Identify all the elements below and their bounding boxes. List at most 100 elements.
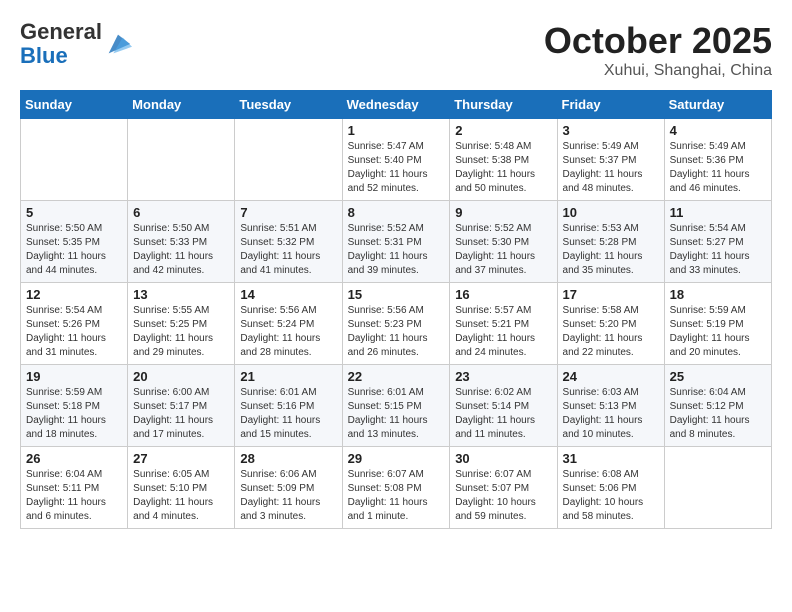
calendar-cell: 19 Sunrise: 5:59 AMSunset: 5:18 PMDayligh…	[21, 365, 128, 447]
day-number: 1	[348, 123, 445, 138]
day-info: Sunrise: 5:55 AMSunset: 5:25 PMDaylight:…	[133, 304, 229, 360]
day-info: Sunrise: 5:54 AMSunset: 5:27 PMDaylight:…	[670, 222, 766, 278]
day-number: 5	[26, 205, 122, 220]
day-number: 30	[455, 451, 551, 466]
day-info: Sunrise: 6:01 AMSunset: 5:16 PMDaylight:…	[240, 386, 336, 442]
day-info: Sunrise: 6:07 AMSunset: 5:08 PMDaylight:…	[348, 468, 445, 524]
calendar-week-row: 1 Sunrise: 5:47 AMSunset: 5:40 PMDaylight…	[21, 119, 772, 201]
logo: General Blue	[20, 20, 132, 68]
day-number: 18	[670, 287, 766, 302]
calendar-cell: 30 Sunrise: 6:07 AMSunset: 5:07 PMDayligh…	[450, 447, 557, 529]
day-number: 15	[348, 287, 445, 302]
day-number: 8	[348, 205, 445, 220]
day-number: 31	[563, 451, 659, 466]
weekday-header-friday: Friday	[557, 91, 664, 119]
calendar-cell: 27 Sunrise: 6:05 AMSunset: 5:10 PMDayligh…	[128, 447, 235, 529]
calendar-cell: 11 Sunrise: 5:54 AMSunset: 5:27 PMDayligh…	[664, 201, 771, 283]
day-info: Sunrise: 5:59 AMSunset: 5:19 PMDaylight:…	[670, 304, 766, 360]
calendar-cell: 18 Sunrise: 5:59 AMSunset: 5:19 PMDayligh…	[664, 283, 771, 365]
logo-general-text: General	[20, 19, 102, 44]
day-number: 13	[133, 287, 229, 302]
day-info: Sunrise: 6:06 AMSunset: 5:09 PMDaylight:…	[240, 468, 336, 524]
calendar-cell: 2 Sunrise: 5:48 AMSunset: 5:38 PMDaylight…	[450, 119, 557, 201]
day-number: 25	[670, 369, 766, 384]
calendar-week-row: 19 Sunrise: 5:59 AMSunset: 5:18 PMDayligh…	[21, 365, 772, 447]
day-number: 29	[348, 451, 445, 466]
day-info: Sunrise: 5:54 AMSunset: 5:26 PMDaylight:…	[26, 304, 122, 360]
day-info: Sunrise: 5:50 AMSunset: 5:35 PMDaylight:…	[26, 222, 122, 278]
day-info: Sunrise: 5:50 AMSunset: 5:33 PMDaylight:…	[133, 222, 229, 278]
day-info: Sunrise: 6:02 AMSunset: 5:14 PMDaylight:…	[455, 386, 551, 442]
day-info: Sunrise: 5:52 AMSunset: 5:31 PMDaylight:…	[348, 222, 445, 278]
calendar-cell	[235, 119, 342, 201]
day-number: 3	[563, 123, 659, 138]
day-number: 17	[563, 287, 659, 302]
day-info: Sunrise: 6:04 AMSunset: 5:12 PMDaylight:…	[670, 386, 766, 442]
calendar-cell: 8 Sunrise: 5:52 AMSunset: 5:31 PMDaylight…	[342, 201, 450, 283]
day-info: Sunrise: 5:51 AMSunset: 5:32 PMDaylight:…	[240, 222, 336, 278]
day-number: 7	[240, 205, 336, 220]
calendar-cell: 16 Sunrise: 5:57 AMSunset: 5:21 PMDayligh…	[450, 283, 557, 365]
location-subtitle: Xuhui, Shanghai, China	[544, 62, 772, 80]
day-info: Sunrise: 6:01 AMSunset: 5:15 PMDaylight:…	[348, 386, 445, 442]
day-number: 4	[670, 123, 766, 138]
day-info: Sunrise: 6:07 AMSunset: 5:07 PMDaylight:…	[455, 468, 551, 524]
calendar-cell: 3 Sunrise: 5:49 AMSunset: 5:37 PMDaylight…	[557, 119, 664, 201]
logo-icon	[104, 30, 132, 58]
day-number: 23	[455, 369, 551, 384]
calendar-cell	[128, 119, 235, 201]
day-info: Sunrise: 6:00 AMSunset: 5:17 PMDaylight:…	[133, 386, 229, 442]
calendar-cell: 10 Sunrise: 5:53 AMSunset: 5:28 PMDayligh…	[557, 201, 664, 283]
day-info: Sunrise: 5:59 AMSunset: 5:18 PMDaylight:…	[26, 386, 122, 442]
day-info: Sunrise: 5:53 AMSunset: 5:28 PMDaylight:…	[563, 222, 659, 278]
calendar-table: SundayMondayTuesdayWednesdayThursdayFrid…	[20, 90, 772, 529]
calendar-cell: 26 Sunrise: 6:04 AMSunset: 5:11 PMDayligh…	[21, 447, 128, 529]
day-info: Sunrise: 6:05 AMSunset: 5:10 PMDaylight:…	[133, 468, 229, 524]
day-info: Sunrise: 5:56 AMSunset: 5:24 PMDaylight:…	[240, 304, 336, 360]
calendar-week-row: 26 Sunrise: 6:04 AMSunset: 5:11 PMDayligh…	[21, 447, 772, 529]
weekday-header-wednesday: Wednesday	[342, 91, 450, 119]
day-info: Sunrise: 6:03 AMSunset: 5:13 PMDaylight:…	[563, 386, 659, 442]
calendar-cell: 21 Sunrise: 6:01 AMSunset: 5:16 PMDayligh…	[235, 365, 342, 447]
day-info: Sunrise: 6:04 AMSunset: 5:11 PMDaylight:…	[26, 468, 122, 524]
calendar-cell: 13 Sunrise: 5:55 AMSunset: 5:25 PMDayligh…	[128, 283, 235, 365]
day-info: Sunrise: 5:57 AMSunset: 5:21 PMDaylight:…	[455, 304, 551, 360]
calendar-cell: 17Sunrise: 5:58 AMSunset: 5:20 PMDayligh…	[557, 283, 664, 365]
day-number: 11	[670, 205, 766, 220]
day-number: 12	[26, 287, 122, 302]
calendar-week-row: 5 Sunrise: 5:50 AMSunset: 5:35 PMDaylight…	[21, 201, 772, 283]
day-number: 21	[240, 369, 336, 384]
day-info: Sunrise: 5:52 AMSunset: 5:30 PMDaylight:…	[455, 222, 551, 278]
day-number: 20	[133, 369, 229, 384]
day-number: 26	[26, 451, 122, 466]
day-number: 19	[26, 369, 122, 384]
calendar-week-row: 12 Sunrise: 5:54 AMSunset: 5:26 PMDayligh…	[21, 283, 772, 365]
day-number: 16	[455, 287, 551, 302]
calendar-cell: 14 Sunrise: 5:56 AMSunset: 5:24 PMDayligh…	[235, 283, 342, 365]
day-number: 27	[133, 451, 229, 466]
calendar-cell: 5 Sunrise: 5:50 AMSunset: 5:35 PMDaylight…	[21, 201, 128, 283]
calendar-cell: 20 Sunrise: 6:00 AMSunset: 5:17 PMDayligh…	[128, 365, 235, 447]
day-info: Sunrise: 5:49 AMSunset: 5:37 PMDaylight:…	[563, 140, 659, 196]
day-number: 10	[563, 205, 659, 220]
day-info: Sunrise: 5:47 AMSunset: 5:40 PMDaylight:…	[348, 140, 445, 196]
calendar-cell: 31Sunrise: 6:08 AMSunset: 5:06 PMDayligh…	[557, 447, 664, 529]
calendar-cell: 28 Sunrise: 6:06 AMSunset: 5:09 PMDayligh…	[235, 447, 342, 529]
day-number: 22	[348, 369, 445, 384]
calendar-cell: 22 Sunrise: 6:01 AMSunset: 5:15 PMDayligh…	[342, 365, 450, 447]
day-info: Sunrise: 5:48 AMSunset: 5:38 PMDaylight:…	[455, 140, 551, 196]
calendar-cell: 7 Sunrise: 5:51 AMSunset: 5:32 PMDaylight…	[235, 201, 342, 283]
day-number: 28	[240, 451, 336, 466]
day-number: 14	[240, 287, 336, 302]
day-number: 2	[455, 123, 551, 138]
calendar-cell: 6Sunrise: 5:50 AMSunset: 5:33 PMDaylight…	[128, 201, 235, 283]
title-block: October 2025 Xuhui, Shanghai, China	[544, 20, 772, 80]
page-header: General Blue October 2025 Xuhui, Shangha…	[20, 20, 772, 80]
month-title: October 2025	[544, 20, 772, 62]
weekday-header-monday: Monday	[128, 91, 235, 119]
logo-blue-text: Blue	[20, 43, 68, 68]
calendar-cell	[664, 447, 771, 529]
calendar-cell: 24Sunrise: 6:03 AMSunset: 5:13 PMDayligh…	[557, 365, 664, 447]
calendar-cell: 4Sunrise: 5:49 AMSunset: 5:36 PMDaylight…	[664, 119, 771, 201]
weekday-header-sunday: Sunday	[21, 91, 128, 119]
